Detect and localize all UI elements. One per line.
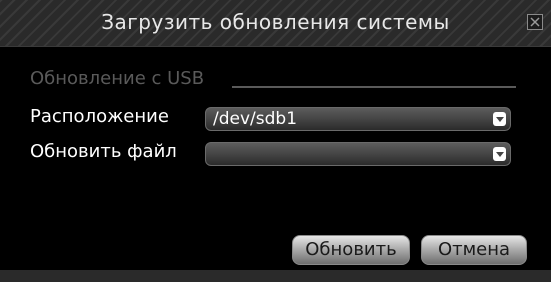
dialog-title: Загрузить обновления системы	[101, 10, 450, 34]
file-select[interactable]	[205, 142, 511, 166]
cancel-button[interactable]: Отмена	[421, 235, 527, 265]
update-button[interactable]: Обновить	[292, 235, 410, 265]
dialog-titlebar: Загрузить обновления системы	[0, 0, 551, 47]
location-value: /dev/sdb1	[213, 109, 298, 129]
location-label: Расположение	[30, 106, 169, 127]
file-label: Обновить файл	[30, 141, 177, 162]
close-icon[interactable]	[527, 14, 543, 30]
section-title: Обновление с USB	[30, 68, 205, 89]
location-select[interactable]: /dev/sdb1	[205, 107, 511, 131]
chevron-down-icon[interactable]	[493, 112, 506, 126]
section-divider	[232, 86, 516, 88]
upgrade-dialog: Загрузить обновления системы Обновление …	[0, 0, 551, 282]
dialog-bottom-bar	[0, 270, 551, 282]
chevron-down-icon[interactable]	[493, 147, 506, 161]
